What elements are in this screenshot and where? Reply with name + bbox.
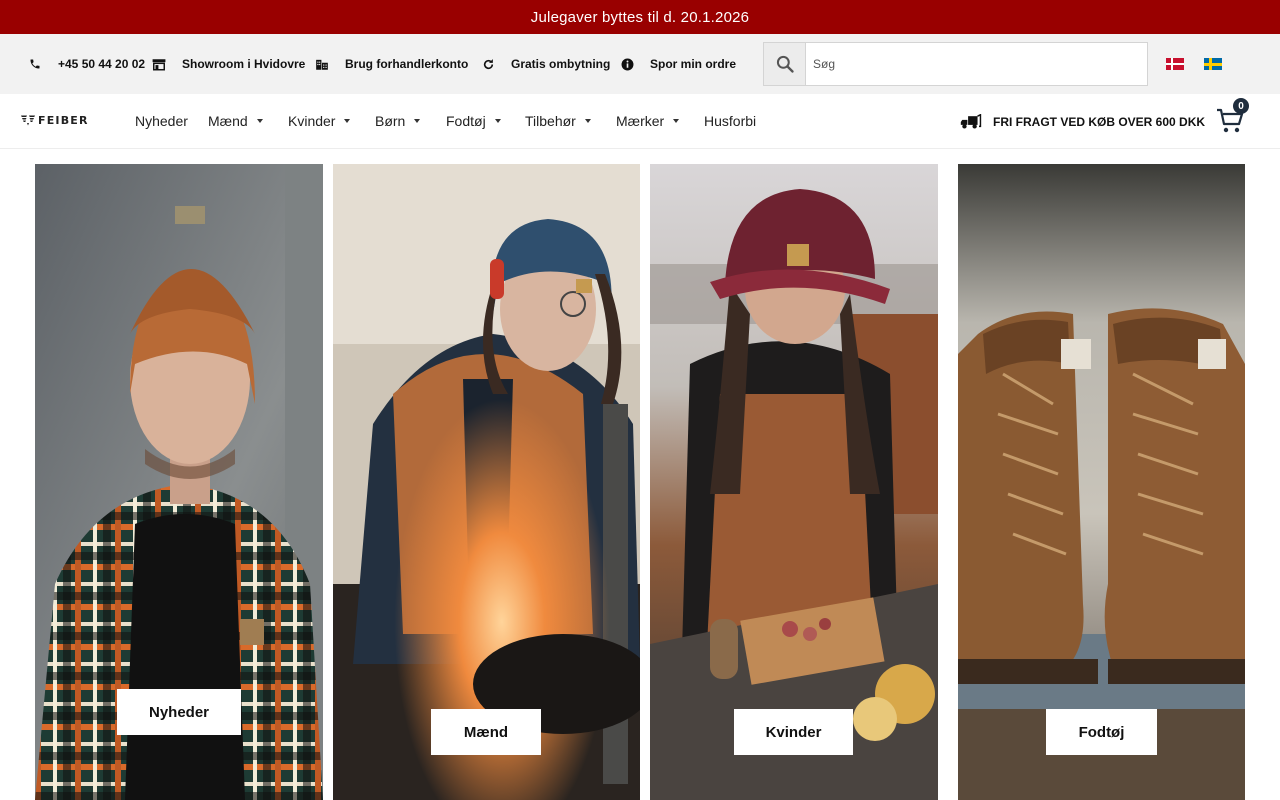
- nav-item-fodtoej[interactable]: Fodtøj: [446, 113, 501, 129]
- search-icon: [776, 55, 794, 73]
- nav-item-maend[interactable]: Mænd: [208, 113, 263, 129]
- nav-item-husforbi[interactable]: Husforbi: [704, 113, 756, 129]
- utility-bar: +45 50 44 20 02 Showroom i Hvidovre Brug…: [0, 34, 1280, 94]
- dealer-account-label: Brug forhandlerkonto: [345, 57, 469, 71]
- free-shipping-notice: FRI FRAGT VED KØB OVER 600 DKK: [960, 114, 1205, 130]
- nav-item-nyheder[interactable]: Nyheder: [135, 113, 188, 129]
- caret-down-icon: [344, 119, 351, 123]
- phone-number: +45 50 44 20 02: [58, 57, 146, 71]
- nav-item-kvinder[interactable]: Kvinder: [288, 113, 351, 129]
- redo-icon: [481, 57, 495, 71]
- free-exchange-label: Gratis ombytning: [511, 57, 611, 71]
- nav-label: Kvinder: [288, 113, 336, 129]
- caret-down-icon: [414, 119, 421, 123]
- cart-button[interactable]: 0: [1216, 98, 1249, 136]
- showroom-link[interactable]: Showroom i Hvidovre: [152, 56, 305, 72]
- nav-item-maerker[interactable]: Mærker: [616, 113, 680, 129]
- info-icon: [620, 57, 634, 71]
- logo[interactable]: FEIBER: [21, 112, 97, 128]
- track-order-label: Spor min ordre: [650, 57, 737, 71]
- caret-down-icon: [584, 119, 591, 123]
- man-grinding-metal-photo: [333, 164, 640, 800]
- announcement-bar: Julegaver byttes til d. 20.1.2026: [0, 0, 1280, 34]
- nav-label: Børn: [375, 113, 406, 129]
- caret-down-icon: [256, 119, 263, 123]
- nav-label: Tilbehør: [525, 113, 576, 129]
- category-card-fodtoej[interactable]: Fodtøj: [958, 164, 1245, 800]
- phone-icon: [28, 57, 42, 71]
- category-label-nyheder[interactable]: Nyheder: [117, 689, 241, 735]
- main-navigation: FEIBER Nyheder Mænd Kvinder Børn Fodtøj …: [0, 94, 1280, 149]
- search-input[interactable]: [806, 43, 1147, 85]
- free-exchange-link[interactable]: Gratis ombytning: [481, 56, 610, 72]
- phone-link[interactable]: +45 50 44 20 02: [28, 56, 145, 72]
- dealer-account-link[interactable]: Brug forhandlerkonto: [315, 56, 468, 72]
- work-boots-photo: [958, 164, 1245, 800]
- category-card-maend[interactable]: Mænd: [333, 164, 640, 800]
- category-card-kvinder[interactable]: Kvinder: [650, 164, 938, 800]
- free-shipping-text: FRI FRAGT VED KØB OVER 600 DKK: [993, 115, 1206, 129]
- showroom-label: Showroom i Hvidovre: [182, 57, 306, 71]
- woman-cutting-food-photo: [650, 164, 938, 800]
- announcement-text: Julegaver byttes til d. 20.1.2026: [530, 8, 750, 26]
- swedish-flag-icon[interactable]: [1204, 58, 1222, 70]
- search-button[interactable]: [764, 43, 806, 85]
- danish-flag-icon[interactable]: [1166, 58, 1184, 70]
- category-label-kvinder[interactable]: Kvinder: [734, 709, 853, 755]
- nav-label: Mærker: [616, 113, 665, 129]
- building-icon: [315, 57, 329, 71]
- store-icon: [152, 57, 166, 71]
- nav-label: Mænd: [208, 113, 248, 129]
- truck-icon: [960, 114, 982, 129]
- nav-label: Husforbi: [704, 113, 757, 129]
- nav-label: Nyheder: [135, 113, 188, 129]
- category-card-nyheder[interactable]: Nyheder: [35, 164, 323, 800]
- logo-wordmark: FEIBER: [38, 113, 89, 127]
- search-bar: [763, 42, 1148, 86]
- category-label-fodtoej[interactable]: Fodtøj: [1046, 709, 1157, 755]
- track-order-link[interactable]: Spor min ordre: [620, 56, 736, 72]
- caret-down-icon: [494, 119, 501, 123]
- nav-label: Fodtøj: [446, 113, 486, 129]
- category-label-maend[interactable]: Mænd: [431, 709, 541, 755]
- caret-down-icon: [673, 119, 680, 123]
- nav-item-tilbehoer[interactable]: Tilbehør: [525, 113, 591, 129]
- nav-item-boern[interactable]: Børn: [375, 113, 421, 129]
- logo-wings-icon: [21, 115, 35, 126]
- cart-count-badge: 0: [1233, 98, 1249, 114]
